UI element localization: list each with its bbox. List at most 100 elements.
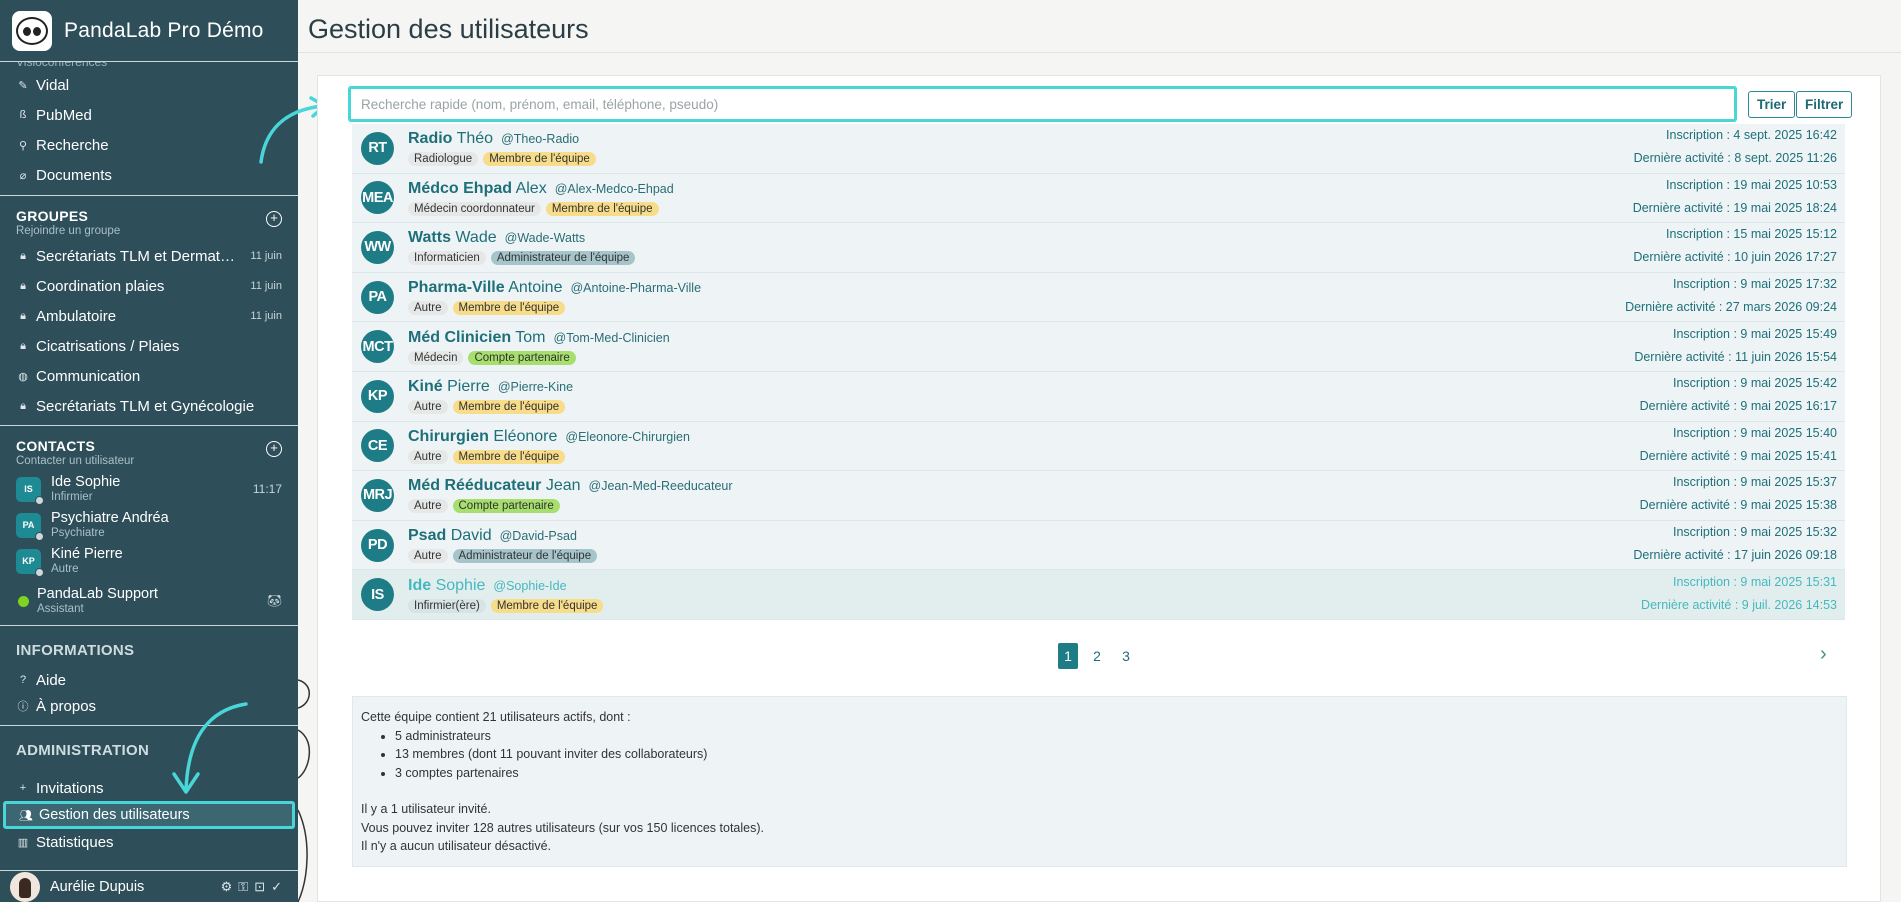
avatar: MCT — [361, 330, 394, 364]
avatar[interactable] — [10, 871, 40, 902]
support-contact[interactable]: PandaLab Support Assistant 🐼︎ — [0, 583, 298, 619]
contact-item[interactable]: PA Psychiatre Andréa Psychiatre — [0, 507, 298, 543]
groups-list: 🔒︎ Secrétariats TLM et Dermatol... 11 juin… — [0, 241, 298, 421]
sidebar-item-a-propos[interactable]: ⓘ À propos — [0, 693, 298, 719]
search-input[interactable] — [348, 86, 1737, 122]
user-first-name: Jean — [545, 477, 581, 495]
contact-item[interactable]: KP Kiné Pierre Autre — [0, 543, 298, 579]
lock-icon: 🔒︎ — [20, 309, 26, 322]
summary-line: Il n'y a aucun utilisateur désactivé. — [361, 839, 551, 853]
contact-item[interactable]: IS Ide Sophie Infirmier 11:17 — [0, 471, 298, 507]
inscription-date: Inscription : 9 mai 2025 15:49 — [1673, 326, 1837, 341]
title-divider — [298, 52, 1901, 53]
user-pseudo: @Tom-Med-Clinicien — [553, 330, 670, 345]
profession-badge: Radiologue — [408, 152, 479, 167]
pagination: 1 2 3 — [1058, 643, 1136, 669]
last-activity-date: Dernière activité : 9 juil. 2026 14:53 — [1641, 597, 1837, 612]
plus-icon: + — [19, 782, 27, 794]
next-page-icon[interactable]: › — [1820, 643, 1827, 666]
last-activity-date: Dernière activité : 8 sept. 2025 11:26 — [1633, 151, 1837, 166]
user-first-name: Théo — [456, 130, 494, 148]
groups-title: GROUPES — [16, 208, 89, 224]
sort-button[interactable]: Trier — [1748, 91, 1796, 118]
group-item[interactable]: 🔒︎ Cicatrisations / Plaies — [0, 331, 298, 361]
sidebar-item-statistiques[interactable]: ▥ Statistiques — [0, 829, 298, 855]
user-last-name: Méd Clinicien — [408, 328, 512, 346]
group-item[interactable]: 🔒︎ Ambulatoire 11 juin — [0, 301, 298, 331]
lock-icon: 🔒︎ — [20, 399, 26, 412]
profession-badge: Médecin coordonnateur — [408, 201, 541, 216]
add-group-icon[interactable]: + — [266, 211, 282, 227]
role-badge: Membre de l'équipe — [483, 152, 596, 167]
last-activity-date: Dernière activité : 10 juin 2026 17:27 — [1633, 250, 1837, 265]
user-row[interactable]: MCT Méd Clinicien Tom @Tom-Med-Clinicien Mé… — [352, 322, 1845, 372]
panda-logo-icon[interactable] — [12, 10, 52, 51]
footer-actions-icon[interactable]: ⚙⚿⊡✓ — [221, 879, 288, 895]
inscription-date: Inscription : 9 mai 2025 15:40 — [1673, 425, 1837, 440]
user-row[interactable]: KP Kiné Pierre @Pierre-Kine Autre Membre de … — [352, 371, 1845, 422]
groups-section-header: GROUPES Rejoindre un groupe + — [0, 195, 298, 241]
group-item[interactable]: 🔒︎ Secrétariats TLM et Gynécologie — [0, 391, 298, 421]
sidebar-item-gestion-utilisateurs[interactable]: 👥︎ Gestion des utilisateurs — [3, 801, 295, 829]
sidebar-item-vidal[interactable]: ✎ Vidal — [0, 70, 298, 100]
user-pseudo: @Alex-Medco-Ehpad — [554, 181, 674, 196]
user-row[interactable]: WW Watts Wade @Wade-Watts Informaticien Admi… — [352, 223, 1845, 273]
role-badge: Membre de l'équipe — [452, 400, 566, 415]
avatar: IS — [361, 578, 394, 612]
inscription-date: Inscription : 9 mai 2025 15:32 — [1673, 525, 1837, 540]
panda-icon: 🐼︎ — [266, 594, 282, 608]
user-row[interactable]: CE Chirurgien Eléonore @Eleonore-Chirurgie… — [352, 421, 1845, 472]
role-badge: Membre de l'équipe — [490, 598, 604, 613]
user-row[interactable]: MEA Médco Ehpad Alex @Alex-Medco-Ehpad Méde… — [352, 173, 1845, 224]
sidebar-item-aide[interactable]: ? Aide — [0, 667, 298, 693]
avatar: MRJ — [361, 478, 394, 512]
users-list: RT Radio Théo @Theo-Radio Radiologue Membre … — [352, 124, 1845, 620]
user-last-name: Méd Rééducateur — [408, 477, 542, 495]
avatar: KP — [361, 379, 394, 413]
user-row[interactable]: IS Ide Sophie @Sophie-Ide Infirmier(ère) Mem… — [352, 570, 1845, 620]
pubmed-icon: ß — [19, 109, 27, 121]
group-item[interactable]: ◍ Communication — [0, 361, 298, 391]
user-last-name: Watts — [408, 229, 451, 247]
add-contact-icon[interactable]: + — [266, 441, 282, 457]
role-badge: Compte partenaire — [468, 350, 576, 365]
sidebar-item-invitations[interactable]: + Invitations — [0, 775, 298, 801]
role-badge: Membre de l'équipe — [452, 449, 566, 464]
sidebar-header: PandaLab Pro Démo — [0, 0, 298, 62]
group-item[interactable]: 🔒︎ Secrétariats TLM et Dermatol... 11 juin — [0, 241, 298, 271]
sidebar-item-pubmed[interactable]: ß PubMed — [0, 100, 298, 130]
current-user-name: Aurélie Dupuis — [50, 878, 145, 895]
user-first-name: Antoine — [508, 279, 563, 297]
page-2[interactable]: 2 — [1087, 643, 1107, 669]
group-item[interactable]: 🔒︎ Coordination plaies 11 juin — [0, 271, 298, 301]
user-row[interactable]: MRJ Méd Rééducateur Jean @Jean-Med-Reeduca… — [352, 471, 1845, 521]
avatar: RT — [361, 131, 394, 165]
contacts-title: CONTACTS — [16, 438, 96, 454]
summary-bullet: 3 comptes partenaires — [395, 764, 1838, 783]
sidebar-item-recherche[interactable]: ⚲ Recherche — [0, 130, 298, 160]
profession-badge: Autre — [408, 449, 448, 464]
user-row[interactable]: RT Radio Théo @Theo-Radio Radiologue Membre … — [352, 124, 1845, 174]
inscription-date: Inscription : 4 sept. 2025 16:42 — [1666, 128, 1837, 143]
team-summary: Cette équipe contient 21 utilisateurs ac… — [352, 696, 1847, 867]
user-first-name: Alex — [515, 179, 547, 197]
avatar: WW — [361, 230, 394, 264]
app-title: PandaLab Pro Démo — [64, 18, 264, 42]
user-footer: Aurélie Dupuis ⚙⚿⊡✓ — [0, 870, 298, 902]
informations-title: INFORMATIONS — [0, 625, 298, 667]
page-1[interactable]: 1 — [1058, 643, 1078, 669]
inscription-date: Inscription : 9 mai 2025 15:37 — [1673, 475, 1837, 490]
page-3[interactable]: 3 — [1116, 643, 1136, 669]
profession-badge: Autre — [408, 400, 448, 415]
join-group-link[interactable]: Rejoindre un groupe — [16, 225, 266, 237]
user-row[interactable]: PD Psad David @David-Psad Autre Administrate… — [352, 520, 1845, 571]
search-icon: ⚲ — [18, 139, 28, 152]
filter-button[interactable]: Filtrer — [1796, 91, 1853, 118]
avatar: MEA — [361, 181, 394, 215]
inscription-date: Inscription : 9 mai 2025 15:42 — [1673, 376, 1837, 391]
user-last-name: Radio — [408, 130, 453, 148]
sidebar-item-documents[interactable]: ⌀ Documents — [0, 160, 298, 190]
user-row[interactable]: PA Pharma-Ville Antoine @Antoine-Pharma-Vi… — [352, 272, 1845, 323]
sidebar-item-cut[interactable]: Visioconférences — [0, 62, 298, 70]
contact-user-link[interactable]: Contacter un utilisateur — [16, 455, 266, 467]
